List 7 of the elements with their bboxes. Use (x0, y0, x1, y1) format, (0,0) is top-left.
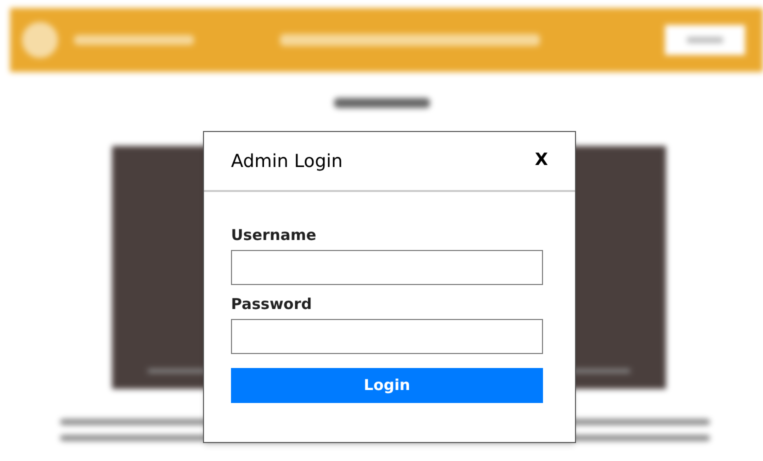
input-field[interactable] (231, 319, 543, 354)
input-field[interactable] (231, 250, 543, 285)
dialog-title: Admin Login (231, 150, 343, 174)
field-label: Username (231, 226, 318, 244)
login-button[interactable]: Login (231, 368, 543, 403)
field-label: Password (231, 295, 313, 313)
close-button[interactable]: X (534, 148, 548, 174)
